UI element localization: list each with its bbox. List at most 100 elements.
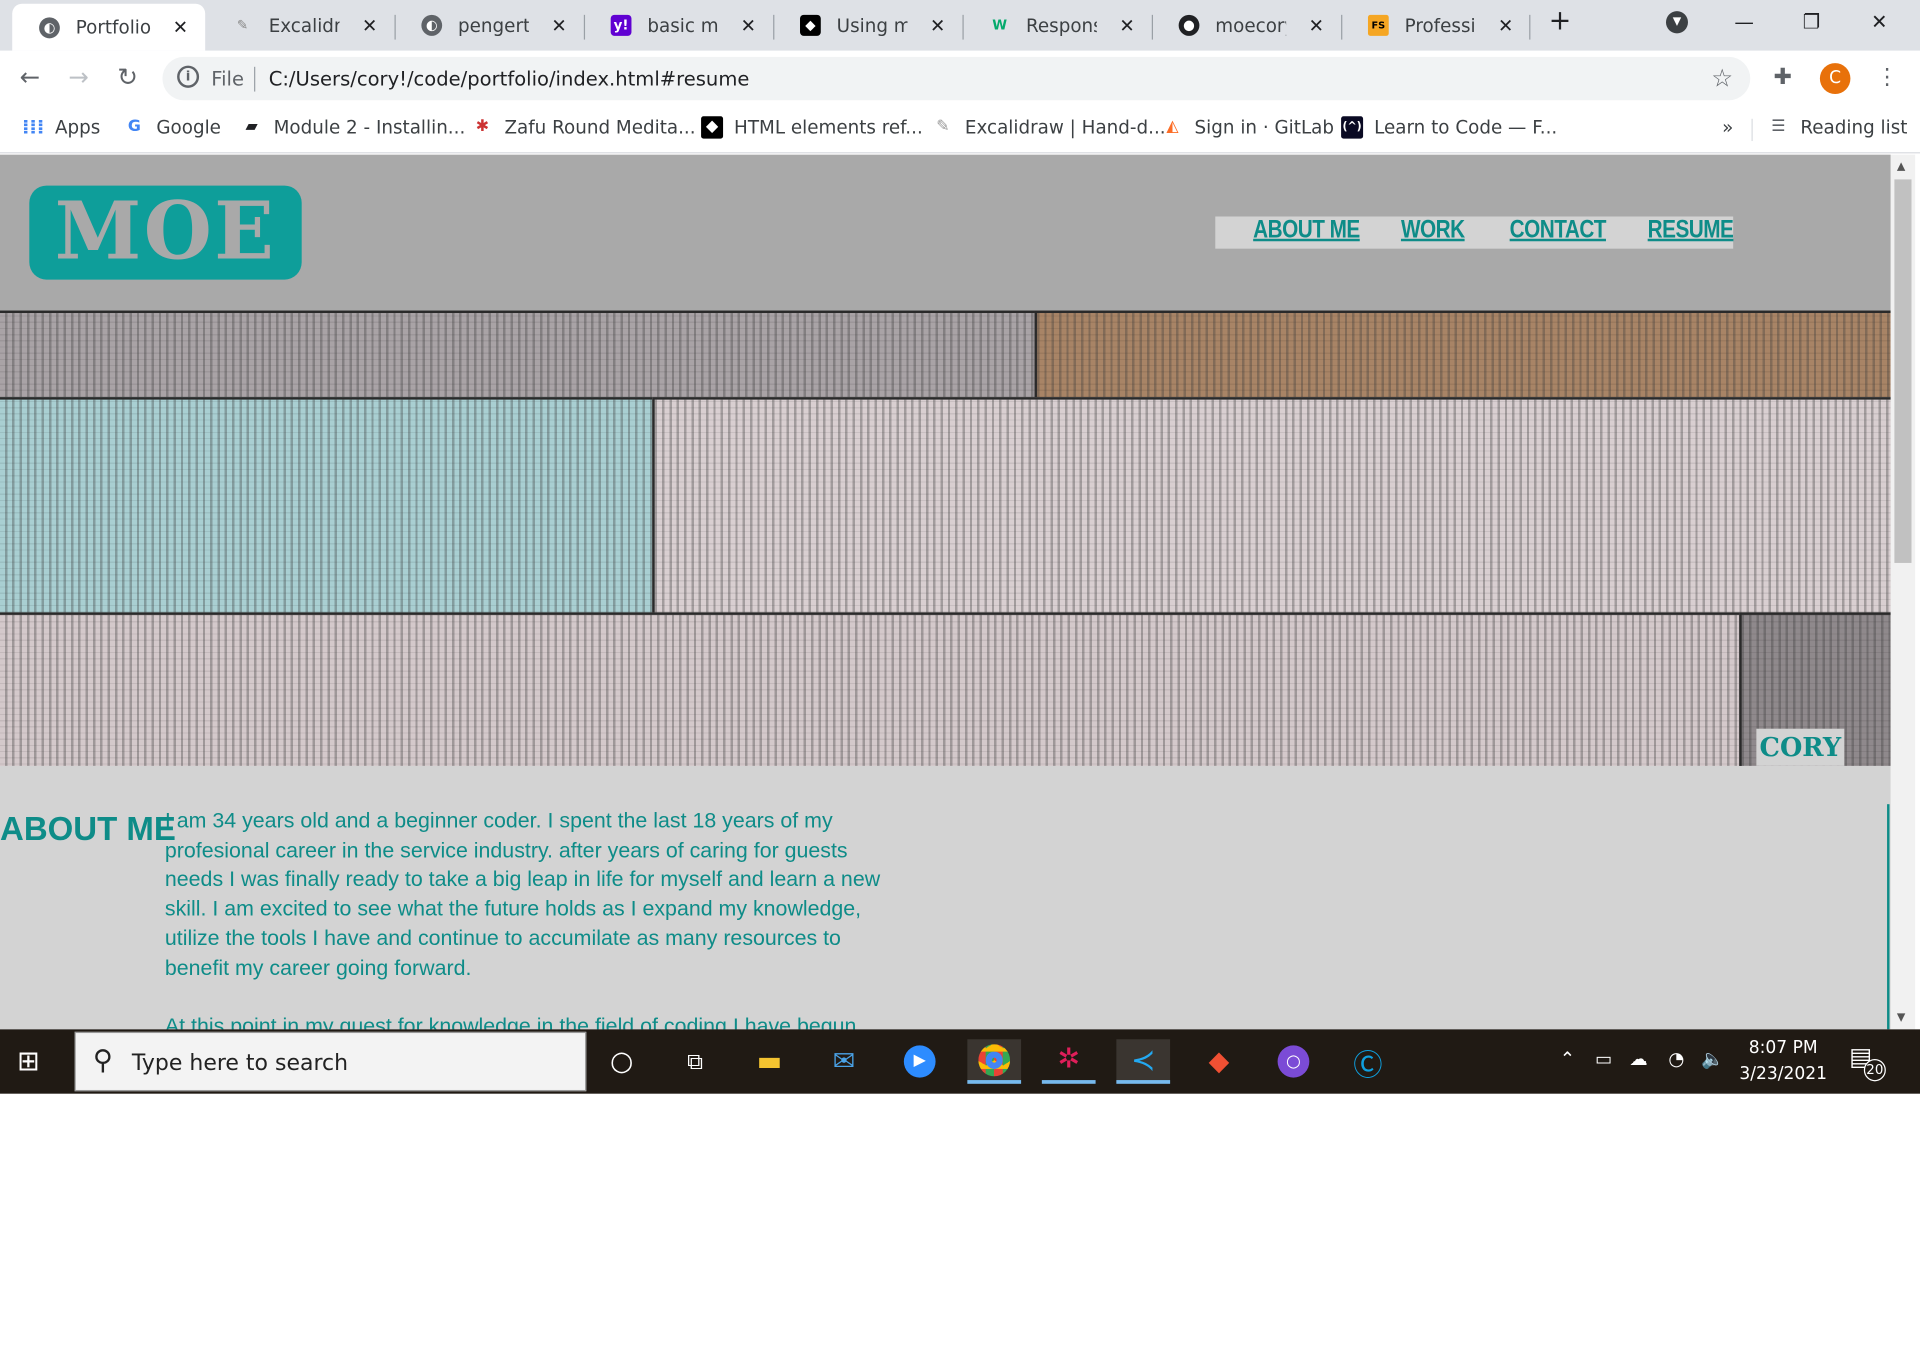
close-tab-icon[interactable]: ✕ <box>362 14 377 36</box>
document-icon: ▰ <box>245 117 258 137</box>
bookmark-module-2[interactable]: ▰ Module 2 - Installin... <box>241 116 466 138</box>
bookmark-label: Excalidraw | Hand-d... <box>964 116 1166 139</box>
tab-title: pengertian- <box>458 14 529 37</box>
fs-icon: FS <box>1367 14 1389 36</box>
vscode-icon[interactable]: ≺ <box>1116 1039 1171 1084</box>
task-view-icon[interactable]: ⧉ <box>668 1039 722 1084</box>
bookmark-freecodecamp[interactable]: (^) Learn to Code — F... <box>1341 116 1557 139</box>
tab-using-media[interactable]: ◆ Using medi ✕ <box>773 0 962 51</box>
onedrive-icon[interactable]: ☁ <box>1629 1048 1647 1070</box>
bookmark-label: Zafu Round Medita... <box>504 116 696 139</box>
nav-contact-link[interactable]: CONTACT <box>1510 217 1607 245</box>
tab-github[interactable]: ● moecory11/ ✕ <box>1152 0 1341 51</box>
bookmark-label: Google <box>156 116 221 139</box>
bookmark-star-icon[interactable]: ☆ <box>1711 63 1733 93</box>
close-tab-icon[interactable]: ✕ <box>173 16 188 38</box>
tab-basic-media[interactable]: y! basic media ✕ <box>584 0 773 51</box>
nav-about-me-link[interactable]: ABOUT ME <box>1253 217 1360 245</box>
tab-search-icon[interactable]: ▼ <box>1665 11 1688 34</box>
search-placeholder: Type here to search <box>131 1050 349 1077</box>
tab-portfolio[interactable]: ◐ Portfolio ✕ <box>12 3 206 51</box>
site-logo[interactable]: MOE <box>29 185 302 280</box>
bookmark-zafu[interactable]: ✱ Zafu Round Medita... <box>471 116 696 139</box>
address-bar[interactable]: i File C:/Users/cory!/code/portfolio/ind… <box>162 56 1751 101</box>
taskbar-search-box[interactable]: ⚲ Type here to search <box>74 1031 587 1092</box>
bookmark-html-elements[interactable]: ◆ HTML elements ref... <box>701 116 923 139</box>
minimize-icon[interactable]: — <box>1734 10 1754 34</box>
about-heading: ABOUT ME <box>0 810 176 848</box>
screen-recorder-icon[interactable]: ○ <box>1267 1039 1321 1084</box>
bookmark-apps[interactable]: ⁞⁞⁞ Apps <box>22 116 100 139</box>
close-tab-icon[interactable]: ✕ <box>930 14 945 36</box>
new-tab-button[interactable]: + <box>1549 6 1572 37</box>
reading-list-button[interactable]: ☰ Reading list <box>1767 116 1907 138</box>
extensions-icon[interactable]: ✚ <box>1773 64 1791 90</box>
close-tab-icon[interactable]: ✕ <box>1119 14 1134 36</box>
mail-icon[interactable]: ✉ <box>817 1039 871 1084</box>
close-tab-icon[interactable]: ✕ <box>1309 14 1324 36</box>
bookmark-google[interactable]: G Google <box>123 116 221 138</box>
restore-icon[interactable]: ❐ <box>1803 10 1821 34</box>
slack-icon[interactable]: ✲ <box>1041 1039 1096 1084</box>
bookmark-label: HTML elements ref... <box>734 116 923 139</box>
avatar[interactable]: C <box>1819 63 1851 95</box>
page-scrollbar[interactable]: ▲ ▼ <box>1890 154 1916 1030</box>
site-nav: ABOUT ME WORK CONTACT RESUME <box>1215 216 1734 249</box>
reload-icon[interactable]: ↻ <box>117 62 137 92</box>
chrome-icon[interactable] <box>967 1039 1022 1084</box>
wifi-icon[interactable]: ◔ <box>1668 1048 1684 1070</box>
windows-taskbar: ⊞ ⚲ Type here to search ○ ⧉ ▬ ✉ ▶ ✲ ≺ ◆ … <box>0 1029 1920 1094</box>
back-icon[interactable]: ← <box>20 62 40 92</box>
close-tab-icon[interactable]: ✕ <box>551 14 566 36</box>
yahoo-icon: y! <box>610 14 632 36</box>
close-window-icon[interactable]: ✕ <box>1871 10 1887 34</box>
scroll-up-icon[interactable]: ▲ <box>1897 161 1905 173</box>
about-text: I am 34 years old and a beginner coder. … <box>165 807 910 1029</box>
zoom-icon[interactable]: ▶ <box>893 1039 947 1084</box>
wood-plank <box>0 397 655 615</box>
forward-icon[interactable]: → <box>68 62 88 92</box>
notifications-icon[interactable]: ▤ 20 <box>1849 1042 1886 1082</box>
bookmark-excalidraw[interactable]: ✎ Excalidraw | Hand-d... <box>932 116 1166 139</box>
volume-icon[interactable]: 🔈 <box>1701 1048 1724 1070</box>
system-clock[interactable]: 8:07 PM 3/23/2021 <box>1734 1036 1832 1088</box>
windows-start-icon[interactable]: ⊞ <box>17 1047 40 1078</box>
nav-work-link[interactable]: WORK <box>1401 217 1465 245</box>
codecademy-icon: ◆ <box>701 116 724 139</box>
menu-kebab-icon[interactable]: ⋮ <box>1876 64 1898 90</box>
scrollbar-thumb[interactable] <box>1894 179 1912 563</box>
bookmarks-bar: ⁞⁞⁞ Apps G Google ▰ Module 2 - Installin… <box>0 106 1920 154</box>
tab-title: Portfolio <box>75 16 152 39</box>
close-tab-icon[interactable]: ✕ <box>741 14 756 36</box>
cortana-icon[interactable]: ○ <box>595 1039 649 1084</box>
info-icon[interactable]: i <box>177 65 200 88</box>
nav-resume-link[interactable]: RESUME <box>1648 217 1734 245</box>
tab-title: Responsive <box>1025 14 1097 37</box>
tab-pengertian[interactable]: ◐ pengertian- ✕ <box>395 0 584 51</box>
tab-responsive[interactable]: W Responsive ✕ <box>962 0 1151 51</box>
accent-line <box>1887 804 1890 1030</box>
site-header: MOE ABOUT ME WORK CONTACT RESUME <box>0 154 1891 311</box>
meditation-icon: ✱ <box>475 117 490 137</box>
tab-professional[interactable]: FS Professiona ✕ <box>1341 0 1530 51</box>
freecodecamp-icon: (^) <box>1341 116 1364 139</box>
bookmark-gitlab[interactable]: ◭ Sign in · GitLab <box>1162 116 1334 138</box>
device-icon[interactable]: ▭ <box>1595 1048 1612 1070</box>
close-tab-icon[interactable]: ✕ <box>1498 14 1513 36</box>
bookmark-label: Sign in · GitLab <box>1194 116 1335 139</box>
bookmarks-overflow-button[interactable]: » <box>1722 116 1733 138</box>
url-text[interactable]: C:/Users/cory!/code/portfolio/index.html… <box>269 67 750 91</box>
page-viewport: MOE ABOUT ME WORK CONTACT RESUME CORY AB… <box>0 154 1891 1030</box>
tray-chevron-icon[interactable]: ⌃ <box>1560 1048 1575 1070</box>
wood-plank <box>1034 310 1891 400</box>
cisco-icon[interactable]: Ⓒ <box>1341 1039 1395 1084</box>
notification-count-badge: 20 <box>1863 1059 1886 1082</box>
reading-list-label: Reading list <box>1800 116 1908 139</box>
scheme-label: File <box>211 66 245 91</box>
tab-separator <box>1529 14 1531 40</box>
tab-title: Professiona <box>1404 14 1476 37</box>
git-icon[interactable]: ◆ <box>1192 1039 1246 1084</box>
tab-excalidraw[interactable]: ✎ Excalidraw ✕ <box>205 0 394 51</box>
file-explorer-icon[interactable]: ▬ <box>743 1039 797 1084</box>
scroll-down-icon[interactable]: ▼ <box>1897 1012 1905 1024</box>
